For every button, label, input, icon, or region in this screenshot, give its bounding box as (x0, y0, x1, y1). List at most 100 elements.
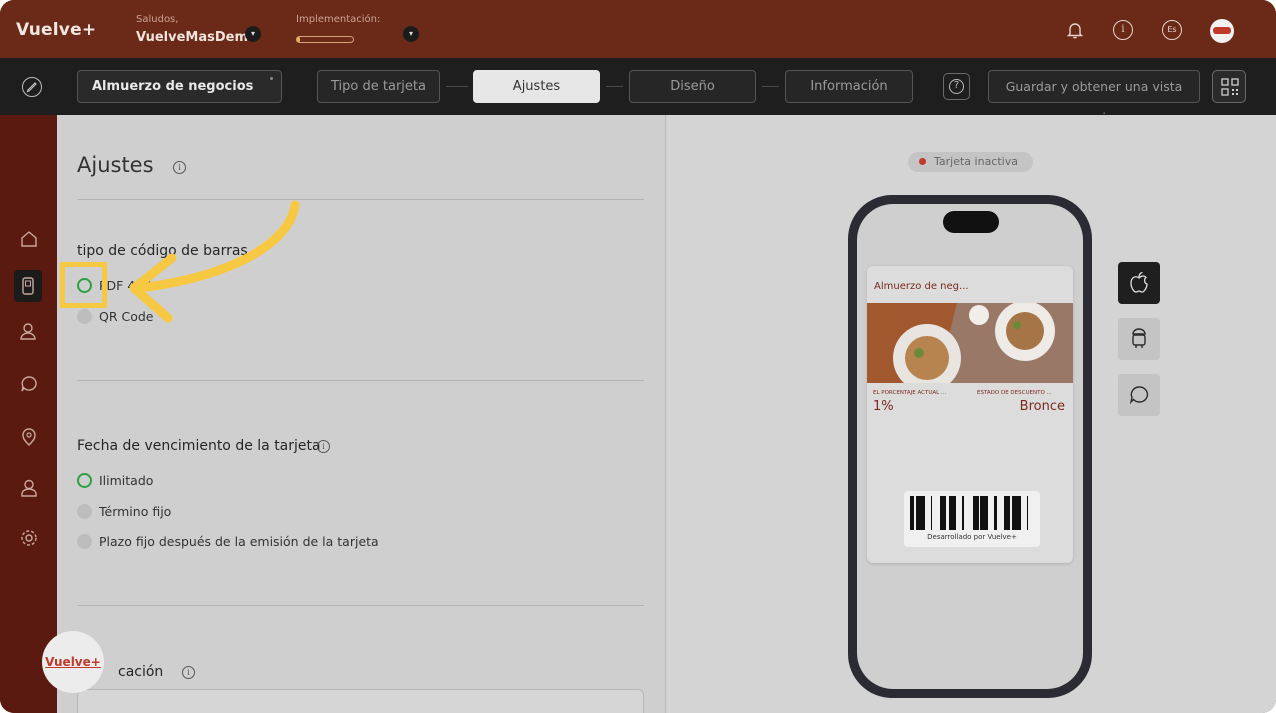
barcode-bar (952, 496, 955, 530)
barcode-bar (955, 496, 956, 530)
qr-icon (1221, 78, 1239, 96)
barcode-bar (1004, 496, 1006, 530)
chat-icon[interactable] (18, 373, 40, 395)
radio-button[interactable] (77, 504, 92, 519)
barcode-bar (949, 496, 950, 530)
bell-icon[interactable] (1065, 20, 1085, 40)
app-window: Vuelve+ Saludos, VuelveMasDemo ▾ Impleme… (0, 0, 1276, 713)
brand-logo[interactable]: Vuelve+ (16, 20, 96, 40)
barcode-bar (982, 496, 985, 530)
wizard-bar: Almuerzo de negocios Tipo de tarjeta Aju… (0, 58, 1276, 125)
divider (77, 199, 644, 200)
expiry-section-title: Fecha de vencimiento de la tarjeta (77, 438, 321, 454)
radio-button[interactable] (77, 473, 92, 488)
barcode-section-title: tipo de código de barras (77, 243, 248, 259)
wallet-card-preview: Almuerzo de neg... EL PORCENTAJE ACTUAL … (867, 266, 1073, 563)
divider (77, 380, 644, 381)
status-dot (919, 158, 926, 165)
greeting-label: Saludos, (136, 14, 179, 25)
card-field1-label: EL PORCENTAJE ACTUAL ... (873, 390, 947, 396)
phone-mockup: Almuerzo de neg... EL PORCENTAJE ACTUAL … (848, 195, 1092, 698)
card-field2-value: Bronce (1019, 399, 1065, 414)
location-icon[interactable] (18, 426, 40, 448)
implementation-progress-fill (297, 37, 301, 42)
info-icon[interactable]: i (317, 440, 330, 453)
radio-label: Término fijo (99, 504, 172, 519)
ios-toggle-button[interactable] (1118, 262, 1160, 304)
barcode-bar (910, 496, 913, 530)
info-icon[interactable]: i (173, 161, 186, 174)
barcode-bar (994, 496, 997, 530)
barcode-bar (1009, 496, 1010, 530)
settings-icon[interactable] (18, 527, 40, 549)
tab-informacion[interactable]: Información (785, 70, 913, 103)
divider (77, 605, 644, 606)
info-icon[interactable]: i (182, 666, 195, 679)
barcode-bar (962, 496, 964, 530)
qr-code-button[interactable] (1212, 70, 1246, 103)
radio-button[interactable] (77, 534, 92, 549)
barcode-bar (1018, 496, 1021, 530)
card-field1-value: 1% (873, 399, 894, 414)
barcode-bar (974, 496, 976, 530)
edit-icon[interactable] (22, 77, 42, 97)
location-box[interactable] (77, 689, 644, 713)
avatar[interactable] (1210, 19, 1234, 43)
apple-icon (1130, 271, 1148, 293)
card-preview-title: Almuerzo de neg... (874, 281, 969, 292)
card-name-value: Almuerzo de negocios (92, 79, 254, 94)
status-text: Tarjeta inactiva (934, 155, 1018, 168)
user-name[interactable]: VuelveMasDemo (136, 30, 257, 45)
barcode-bar (920, 496, 922, 530)
help-button[interactable]: ? (943, 73, 970, 100)
page-title: Ajustes (77, 153, 154, 177)
barcode-bar (1015, 496, 1016, 530)
sidebar-item-cards[interactable] (14, 270, 42, 302)
card-name-field[interactable]: Almuerzo de negocios (77, 70, 282, 103)
barcode-bar (943, 496, 944, 530)
info-icon[interactable]: i (1113, 20, 1133, 40)
message-icon (1129, 386, 1149, 405)
save-preview-button[interactable]: Guardar y obtener una vista previa (988, 70, 1200, 125)
barcode-bar (1016, 496, 1018, 530)
barcode-bar (931, 496, 932, 530)
phone-screen: Almuerzo de neg... EL PORCENTAJE ACTUAL … (857, 204, 1083, 689)
barcode-bar (986, 496, 988, 530)
barcode-bar (973, 496, 974, 530)
barcode-bar (916, 496, 919, 530)
account-dropdown-icon[interactable]: ▾ (245, 26, 261, 42)
language-icon[interactable]: Es (1162, 20, 1182, 40)
barcode-bar (944, 496, 946, 530)
user-icon[interactable] (18, 477, 40, 499)
status-badge: Tarjeta inactiva (908, 152, 1033, 172)
card-barcode: Desarrollado por Vuelve+ (904, 491, 1040, 547)
brand-bubble-label: Vuelve+ (45, 655, 101, 669)
radio-button[interactable] (77, 309, 92, 324)
card-field2-label: ESTADO DE DESCUENTO ... (977, 390, 1052, 396)
android-icon (1132, 328, 1146, 348)
sidebar (0, 115, 57, 713)
location-section-title: cación (118, 664, 164, 680)
barcode-bar (922, 496, 925, 530)
brand-bubble[interactable]: Vuelve+ (42, 631, 104, 693)
tab-diseno[interactable]: Diseño (629, 70, 756, 103)
barcode-bar (1027, 496, 1028, 530)
customers-icon[interactable] (18, 320, 40, 342)
radio-label: Plazo fijo después de la emisión de la t… (99, 534, 379, 549)
settings-panel: Ajustes i tipo de código de barras PDF 4… (57, 115, 666, 713)
card-food-image (867, 303, 1073, 383)
message-toggle-button[interactable] (1118, 374, 1160, 416)
implementation-dropdown-icon[interactable]: ▾ (403, 26, 419, 42)
barcode-bar (976, 496, 979, 530)
radio-label: QR Code (99, 309, 154, 324)
barcode-bar (919, 496, 920, 530)
tab-ajustes[interactable]: Ajustes (473, 70, 600, 103)
pdf417-barcode (910, 496, 1028, 530)
tab-tipo-de-tarjeta[interactable]: Tipo de tarjeta (317, 70, 440, 103)
barcode-bar (1012, 496, 1015, 530)
help-icon: ? (949, 79, 964, 94)
implementation-progress (296, 36, 354, 43)
barcode-bar (913, 496, 914, 530)
android-toggle-button[interactable] (1118, 318, 1160, 360)
home-icon[interactable] (18, 228, 40, 250)
